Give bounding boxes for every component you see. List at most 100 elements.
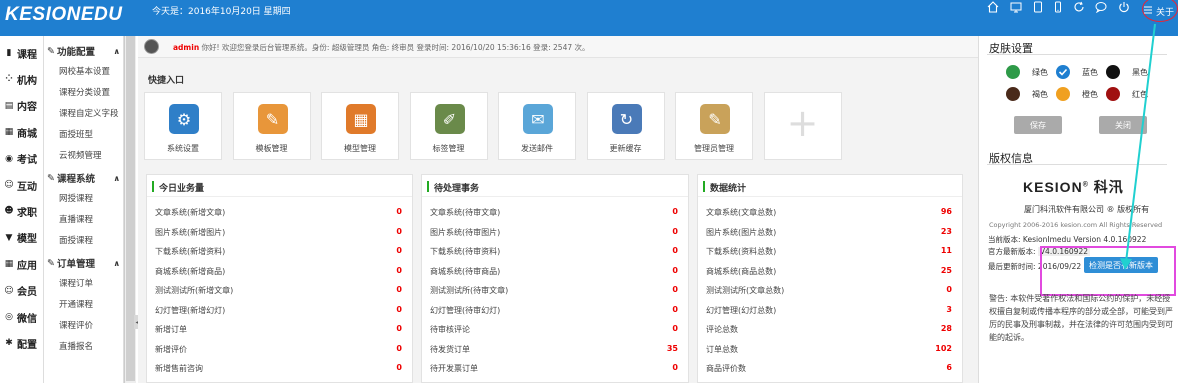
nav-item-10[interactable]: ◎ 微信 xyxy=(3,308,43,326)
member-icon: ☺ xyxy=(4,285,14,296)
phone-icon[interactable] xyxy=(1051,0,1065,14)
subnav-link[interactable]: 网授课程 xyxy=(59,192,93,204)
subnav-link[interactable]: 面授班型 xyxy=(59,128,93,140)
panel-row[interactable]: 测试测试所(文章总数) 0 xyxy=(706,281,954,299)
panel-row[interactable]: 商城系统(新增商品) 0 xyxy=(155,262,404,280)
panel-row[interactable]: 新增评价 0 xyxy=(155,340,404,358)
panel-row[interactable]: 评论总数 28 xyxy=(706,320,954,338)
scrollbar[interactable] xyxy=(124,36,136,383)
panel-row[interactable]: 下载系统(资料总数) 11 xyxy=(706,242,954,260)
panel-row[interactable]: 文章系统(待审文章) 0 xyxy=(430,203,680,221)
panel-row[interactable]: 商品评价数 6 xyxy=(706,359,954,377)
tablet-icon[interactable] xyxy=(1031,0,1045,14)
close-button[interactable]: 关闭 xyxy=(1099,116,1147,134)
group-title: 订单管理 xyxy=(56,259,95,270)
nav-item-7[interactable]: ▼ 模型 xyxy=(3,229,43,247)
panel-row[interactable]: 幻灯管理(新增幻灯) 0 xyxy=(155,301,404,319)
subnav-link[interactable]: 直播报名 xyxy=(59,340,93,352)
quick-tile-label: 发送邮件 xyxy=(521,144,553,153)
panel-row[interactable]: 文章系统(文章总数) 96 xyxy=(706,203,954,221)
panel-row[interactable]: 待开发票订单 0 xyxy=(430,359,680,377)
nav-item-0[interactable]: ▮ 课程 xyxy=(3,44,43,62)
panel-row[interactable]: 下载系统(新增资料) 0 xyxy=(155,242,404,260)
skin-swatch[interactable] xyxy=(1056,87,1070,101)
nav-item-11[interactable]: ✱ 配置 xyxy=(3,334,43,352)
row-label: 下载系统(待审资料) xyxy=(430,247,501,256)
subnav-link[interactable]: 云视频管理 xyxy=(59,149,102,161)
skin-label: 橙色 xyxy=(1082,90,1098,99)
row-label: 订单总数 xyxy=(706,344,738,354)
add-quick-tile[interactable]: + xyxy=(763,92,842,160)
nav-item-label: 应用 xyxy=(17,260,37,272)
skin-swatch[interactable] xyxy=(1106,65,1120,79)
panel-row[interactable]: 幻灯管理(幻灯总数) 3 xyxy=(706,301,954,319)
row-value: 0 xyxy=(672,363,678,372)
panel-row[interactable]: 商城系统(商品总数) 25 xyxy=(706,262,954,280)
subnav-link[interactable]: 课程自定义字段 xyxy=(59,107,119,119)
nav-item-9[interactable]: ☺ 会员 xyxy=(3,282,43,300)
nav-item-3[interactable]: ▦ 商城 xyxy=(3,123,43,141)
nav-item-8[interactable]: ▦ 应用 xyxy=(3,255,43,273)
power-icon[interactable] xyxy=(1117,0,1131,14)
panel-row[interactable]: 测试测试所(待审文章) 0 xyxy=(430,281,680,299)
panel-row[interactable]: 新增售前咨询 0 xyxy=(155,359,404,377)
save-button[interactable]: 保存 xyxy=(1014,116,1062,134)
panel-row[interactable]: 幻灯管理(待审幻灯) 0 xyxy=(430,301,680,319)
quick-tile[interactable]: ⚙ 系统设置 xyxy=(144,92,222,160)
nav-item-4[interactable]: ◉ 考试 xyxy=(3,150,43,168)
nav-item-6[interactable]: ☻ 求职 xyxy=(3,202,43,220)
stats-panel-2: 数据统计 文章系统(文章总数) 96 图片系统(图片总数) 23 下载系统(资料总数) 11… xyxy=(697,174,963,383)
top-bar: KESIONEDU 今天是：2016年10月20日 星期四 关于 xyxy=(0,0,1178,36)
panel-row[interactable]: 商城系统(待审商品) 0 xyxy=(430,262,680,280)
refresh-icon[interactable] xyxy=(1072,0,1086,14)
panel-row[interactable]: 图片系统(新增图片) 0 xyxy=(155,223,404,241)
row-label: 新增订单 xyxy=(155,325,187,334)
home-icon[interactable] xyxy=(986,0,1000,14)
panel-row[interactable]: 下载系统(待审资料) 0 xyxy=(430,242,680,260)
panel-row[interactable]: 待发货订单 35 xyxy=(430,340,680,358)
chat-icon[interactable] xyxy=(1094,0,1108,14)
row-label: 商城系统(待审商品) xyxy=(430,266,501,276)
subnav-link[interactable]: 课程订单 xyxy=(59,277,93,289)
nav-item-5[interactable]: ☺ 互动 xyxy=(3,176,43,194)
subnav-link[interactable]: 开通课程 xyxy=(59,298,93,310)
nav-item-1[interactable]: ⁘ 机构 xyxy=(3,70,43,88)
skin-swatch[interactable] xyxy=(1056,65,1070,79)
quick-tile[interactable]: ↻ 更新缓存 xyxy=(586,92,665,160)
subnav-link[interactable]: 面授课程 xyxy=(59,234,93,246)
skin-swatch[interactable] xyxy=(1106,87,1120,101)
quick-tile[interactable]: ✎ 管理员管理 xyxy=(675,92,753,160)
row-value: 0 xyxy=(672,265,678,275)
subnav-group-1[interactable]: ✎ 课程系统 ∧ xyxy=(47,171,123,186)
quick-tile[interactable]: ▦ 模型管理 xyxy=(321,92,399,160)
avatar xyxy=(144,39,159,54)
subnav-link[interactable]: 课程分类设置 xyxy=(59,86,110,98)
panel-row[interactable]: 订单总数 102 xyxy=(706,340,954,358)
subnav-link[interactable]: 直播课程 xyxy=(59,213,93,225)
skin-swatch[interactable] xyxy=(1006,65,1020,79)
panel-row[interactable]: 测试测试所(新增文章) 0 xyxy=(155,281,404,299)
quick-tile[interactable]: ✐ 标签管理 xyxy=(409,92,488,160)
row-label: 评论总数 xyxy=(706,325,738,334)
subnav-group-2[interactable]: ✎ 订单管理 ∧ xyxy=(47,256,123,271)
subnav-link[interactable]: 课程评价 xyxy=(59,319,93,331)
scroll-thumb[interactable] xyxy=(126,36,135,381)
quick-tile-label: 管理员管理 xyxy=(694,144,734,153)
row-label: 商城系统(商品总数) xyxy=(706,266,777,276)
org-icon: ⁘ xyxy=(5,74,13,85)
quick-tile[interactable]: ✎ 模板管理 xyxy=(232,92,311,160)
skin-swatch[interactable] xyxy=(1006,87,1020,101)
quick-tile[interactable]: ✉ 发送邮件 xyxy=(498,92,576,160)
panel-row[interactable]: 新增订单 0 xyxy=(155,320,404,338)
nav-item-2[interactable]: ▤ 内容 xyxy=(3,97,43,115)
panel-row[interactable]: 图片系统(图片总数) 23 xyxy=(706,223,954,241)
panel-row[interactable]: 待审核评论 0 xyxy=(430,320,680,338)
panel-row[interactable]: 文章系统(新增文章) 0 xyxy=(155,203,404,221)
nav-item-label: 考试 xyxy=(17,155,37,167)
row-label: 图片系统(图片总数) xyxy=(706,227,777,237)
panel-row[interactable]: 图片系统(待审图片) 0 xyxy=(430,223,680,241)
monitor-icon[interactable] xyxy=(1009,0,1023,14)
row-value: 23 xyxy=(940,226,952,236)
subnav-link[interactable]: 网校基本设置 xyxy=(59,65,110,77)
subnav-group-0[interactable]: ✎ 功能配置 ∧ xyxy=(47,44,123,59)
